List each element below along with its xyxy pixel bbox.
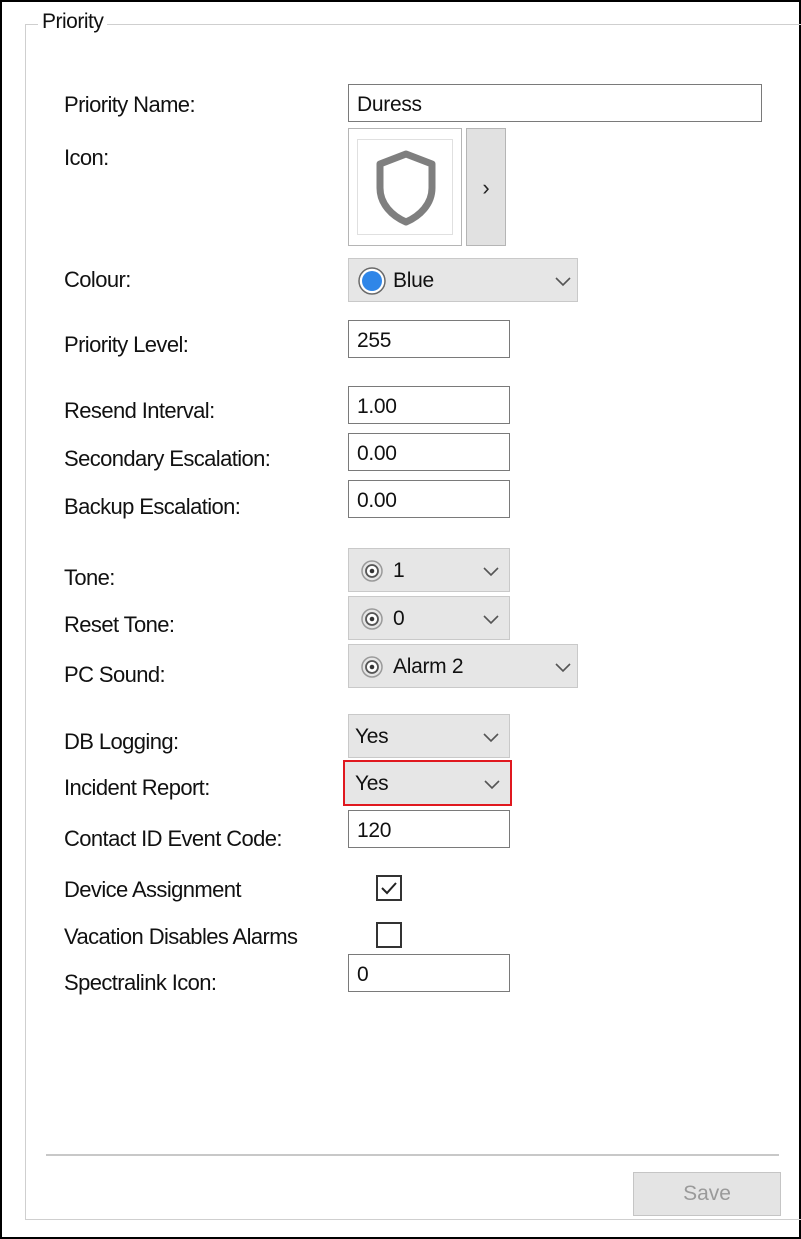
chevron-down-icon [555, 663, 571, 673]
chevron-down-icon [483, 733, 499, 743]
icon-label: Icon: [64, 145, 109, 170]
db-logging-select[interactable]: Yes [348, 714, 510, 758]
chevron-down-icon [483, 567, 499, 577]
device-assignment-label: Device Assignment [64, 877, 241, 902]
db-logging-value: Yes [355, 725, 389, 748]
footer-divider [46, 1154, 779, 1156]
spectralink-icon-label: Spectralink Icon: [64, 970, 217, 995]
tone-label: Tone: [64, 565, 115, 590]
checkmark-icon [381, 882, 397, 895]
colour-select[interactable]: Blue [348, 258, 578, 302]
secondary-escalation-input[interactable]: 0.00 [348, 433, 510, 471]
reset-tone-select[interactable]: 0 [348, 596, 510, 640]
tone-value: 1 [393, 559, 405, 582]
backup-escalation-input[interactable]: 0.00 [348, 480, 510, 518]
priority-name-input[interactable]: Duress [348, 84, 762, 122]
db-logging-label: DB Logging: [64, 729, 179, 754]
backup-escalation-label: Backup Escalation: [64, 494, 241, 519]
tone-select[interactable]: 1 [348, 548, 510, 592]
secondary-escalation-label: Secondary Escalation: [64, 446, 271, 471]
icon-preview-frame [357, 139, 453, 235]
speaker-icon [361, 560, 383, 582]
colour-label: Colour: [64, 267, 131, 292]
priority-panel: Priority Priority Name: Duress Icon: › C… [0, 0, 801, 1239]
colour-value: Blue [393, 269, 434, 292]
resend-interval-label: Resend Interval: [64, 398, 215, 423]
priority-level-input[interactable]: 255 [348, 320, 510, 358]
speaker-icon [361, 608, 383, 630]
resend-interval-input[interactable]: 1.00 [348, 386, 510, 424]
incident-report-label: Incident Report: [64, 775, 210, 800]
chevron-down-icon [483, 615, 499, 625]
icon-next-button[interactable]: › [466, 128, 506, 246]
colour-swatch-icon [358, 267, 386, 295]
chevron-down-icon [484, 780, 500, 790]
vacation-disables-checkbox[interactable] [376, 922, 402, 948]
reset-tone-value: 0 [393, 607, 405, 630]
priority-name-label: Priority Name: [64, 92, 196, 117]
incident-report-select[interactable]: Yes [343, 760, 512, 806]
pc-sound-label: PC Sound: [64, 662, 166, 687]
contact-id-label: Contact ID Event Code: [64, 826, 283, 851]
reset-tone-label: Reset Tone: [64, 612, 175, 637]
vacation-disables-label: Vacation Disables Alarms [64, 924, 298, 949]
icon-preview[interactable] [348, 128, 462, 246]
chevron-down-icon [555, 277, 571, 287]
pc-sound-value: Alarm 2 [393, 655, 464, 678]
device-assignment-checkbox[interactable] [376, 875, 402, 901]
speaker-icon [361, 656, 383, 678]
save-button[interactable]: Save [633, 1172, 781, 1216]
shield-icon [376, 150, 436, 226]
priority-level-label: Priority Level: [64, 332, 189, 357]
pc-sound-select[interactable]: Alarm 2 [348, 644, 578, 688]
contact-id-input[interactable]: 120 [348, 810, 510, 848]
groupbox-title: Priority [38, 10, 108, 34]
spectralink-icon-input[interactable]: 0 [348, 954, 510, 992]
incident-report-value: Yes [355, 772, 389, 795]
